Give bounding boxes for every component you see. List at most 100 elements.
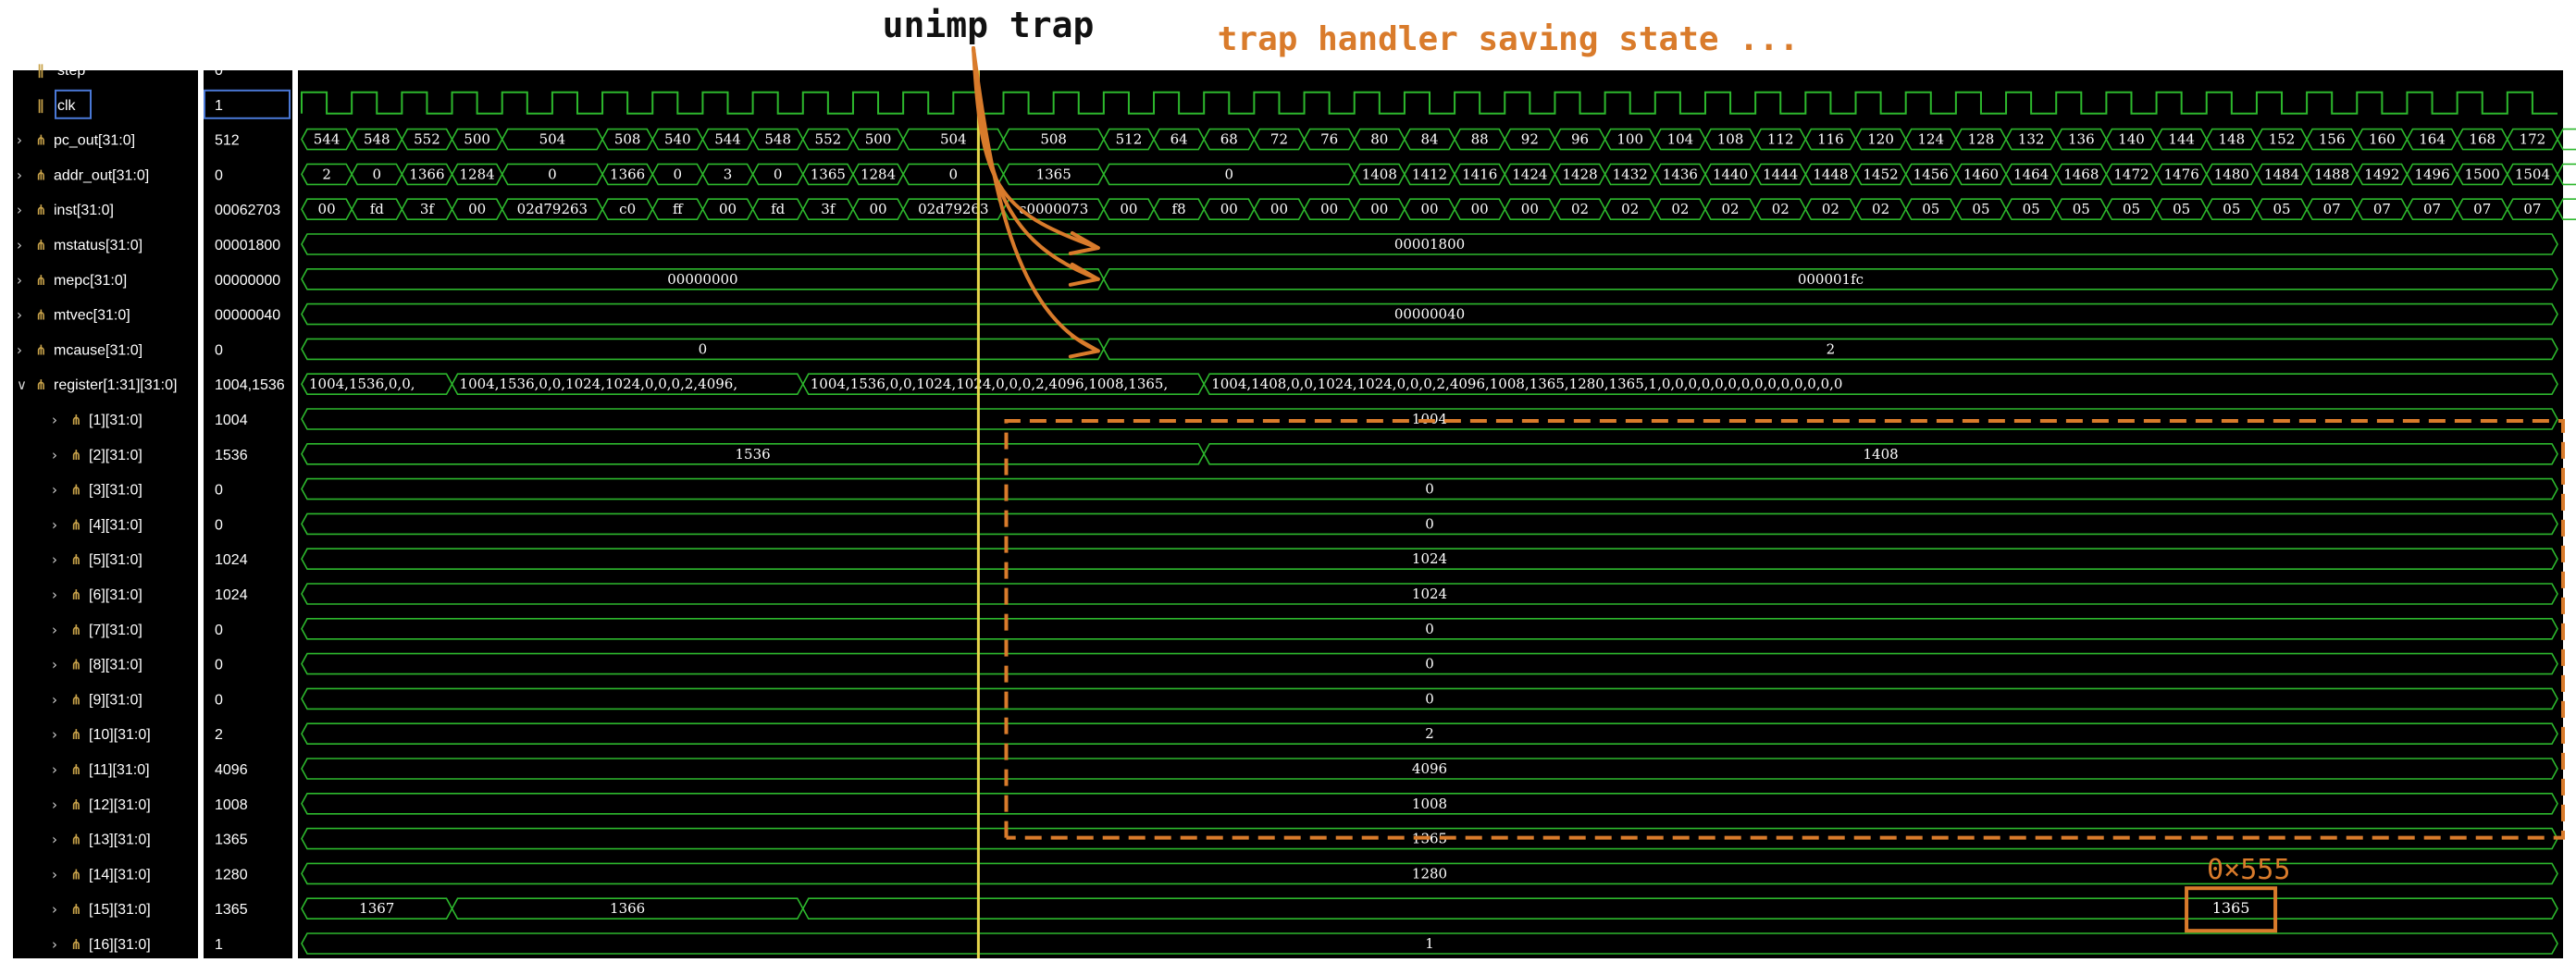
bit-signal-icon: ∥ — [37, 62, 44, 79]
bus-value-label: 00 — [318, 201, 336, 217]
signal-value: 00000040 — [215, 308, 280, 324]
expand-chevron-icon[interactable]: › — [52, 516, 57, 533]
bus-value-label: 05 — [2123, 201, 2140, 217]
bus-value-label: 0 — [1425, 515, 1434, 532]
bus-value-label: 80 — [1370, 131, 1388, 148]
signal-name: [12][31:0] — [89, 797, 151, 813]
signal-value: 00000000 — [215, 273, 280, 289]
bus-value-label: 0 — [674, 166, 683, 182]
bus-value-label: 1004,1536,0,0, — [309, 376, 415, 392]
signal-value: 0 — [215, 658, 223, 673]
wave-addr_out: 2 0 1366 1284 0 1366 0 3 0 1365 1284 0 1365 0 1408 1412… — [301, 163, 2576, 186]
signal-name: clk — [57, 98, 77, 114]
bit-signal-icon: ∥ — [37, 97, 44, 114]
bus-value-label: 1436 — [1663, 166, 1698, 182]
expand-chevron-icon[interactable]: › — [52, 412, 57, 428]
bus-value-label: 02 — [1822, 201, 1839, 217]
bus-value-label: 07 — [2473, 201, 2491, 217]
unimp-trap-label: unimp trap — [883, 5, 1095, 45]
expand-chevron-icon[interactable]: › — [52, 832, 57, 848]
bus-value-label: 0 — [949, 166, 959, 182]
bus-value-label: 164 — [2419, 131, 2446, 148]
signal-name: addr_out[31:0] — [54, 167, 149, 183]
bus-value-label: 02 — [1671, 201, 1689, 217]
bus-value-label: 76 — [1320, 131, 1338, 148]
bus-value-label: 1452 — [1864, 166, 1899, 182]
hex-note-label: 0×555 — [2207, 854, 2290, 886]
bus-value-label: 512 — [1116, 131, 1143, 148]
bus-value-label: 1508 — [2565, 166, 2576, 182]
bus-signal-icon: ⋔ — [70, 447, 82, 463]
signal-value: 00001800 — [215, 238, 280, 253]
expand-chevron-icon[interactable]: › — [17, 132, 22, 149]
bus-value-label: 3 — [724, 166, 733, 182]
signal-name: [7][31:0] — [89, 623, 142, 638]
signal-name: [16][31:0] — [89, 937, 151, 953]
bus-signal-icon: ⋔ — [70, 482, 82, 499]
bus-value-label: 1472 — [2113, 166, 2149, 182]
bus-signal-icon: ⋔ — [35, 132, 47, 149]
expand-chevron-icon[interactable]: › — [52, 586, 57, 603]
signal-value: 0 — [215, 517, 223, 533]
bus-signal-icon: ⋔ — [70, 516, 82, 533]
bus-signal-icon: ⋔ — [35, 202, 47, 218]
bus-value-label: 500 — [464, 131, 490, 148]
collapse-chevron-icon[interactable]: ∨ — [17, 376, 27, 393]
bus-value-label: 68 — [1220, 131, 1238, 148]
bus-value-label: 1440 — [1713, 166, 1748, 182]
signal-row-21[interactable]: › ⋔ [12][31:0] 1008 — [52, 796, 248, 813]
expand-chevron-icon[interactable]: › — [52, 761, 57, 778]
expand-chevron-icon[interactable]: › — [52, 551, 57, 568]
expand-chevron-icon[interactable]: › — [17, 272, 22, 289]
expand-chevron-icon[interactable]: › — [52, 936, 57, 953]
expand-chevron-icon[interactable]: › — [17, 167, 22, 183]
expand-chevron-icon[interactable]: › — [52, 866, 57, 882]
expand-chevron-icon[interactable]: › — [17, 237, 22, 253]
bus-value-label: 508 — [1040, 131, 1067, 148]
bus-value-label: 1284 — [861, 166, 896, 182]
expand-chevron-icon[interactable]: › — [52, 691, 57, 708]
signal-row-9[interactable]: ∨ ⋔ register[1:31][31:0] 1004,1536 — [17, 376, 285, 393]
expand-chevron-icon[interactable]: › — [52, 901, 57, 918]
expand-chevron-icon[interactable]: › — [52, 657, 57, 673]
expand-chevron-icon[interactable]: › — [17, 307, 22, 324]
bus-value-label: 1484 — [2264, 166, 2299, 182]
bus-signal-icon: ⋔ — [70, 657, 82, 673]
bus-value-label: 3f — [420, 201, 436, 217]
expand-chevron-icon[interactable]: › — [52, 622, 57, 638]
expand-chevron-icon[interactable]: › — [52, 447, 57, 463]
bus-signal-icon: ⋔ — [70, 936, 82, 953]
bus-value-label: 1365 — [1036, 166, 1071, 182]
bus-value-label: 508 — [614, 131, 641, 148]
signal-row-23[interactable]: › ⋔ [14][31:0] 1280 — [52, 866, 248, 882]
signal-value: 1024 — [215, 552, 248, 568]
bus-value-label: 1004,1536,0,0,1024,1024,0,0,0,2,4096, — [460, 376, 738, 392]
expand-chevron-icon[interactable]: › — [17, 341, 22, 358]
signal-row-22[interactable]: › ⋔ [13][31:0] 1365 — [52, 832, 248, 848]
bus-signal-icon: ⋔ — [35, 307, 47, 324]
bus-value-label: 92 — [1521, 131, 1539, 148]
signal-name: mepc[31:0] — [54, 273, 127, 289]
expand-chevron-icon[interactable]: › — [17, 202, 22, 218]
bus-value-label: 1488 — [2314, 166, 2349, 182]
signal-name: mstatus[31:0] — [54, 238, 142, 253]
bus-value-label: 504 — [539, 131, 566, 148]
bus-value-label: 104 — [1667, 131, 1694, 148]
expand-chevron-icon[interactable]: › — [52, 482, 57, 499]
bus-value-label: 00 — [1521, 201, 1539, 217]
bus-value-label: 00 — [1370, 201, 1388, 217]
bus-value-label: 112 — [1767, 131, 1794, 148]
bus-value-label: 00000000 — [667, 271, 737, 288]
bus-value-label: 00 — [1420, 201, 1438, 217]
bus-value-label: 02 — [1571, 201, 1589, 217]
expand-chevron-icon[interactable]: › — [52, 796, 57, 813]
expand-chevron-icon[interactable]: › — [52, 726, 57, 743]
signal-row-24[interactable]: › ⋔ [15][31:0] 1365 — [52, 901, 248, 918]
bus-value-label: 0 — [1425, 690, 1434, 707]
bus-value-label: 1412 — [1412, 166, 1447, 182]
bus-value-label: 140 — [2118, 131, 2145, 148]
signal-name: [1][31:0] — [89, 413, 142, 428]
bus-value-label: 1500 — [2465, 166, 2500, 182]
bus-value-label: 120 — [1867, 131, 1894, 148]
signal-name: register[1:31][31:0] — [54, 377, 177, 393]
